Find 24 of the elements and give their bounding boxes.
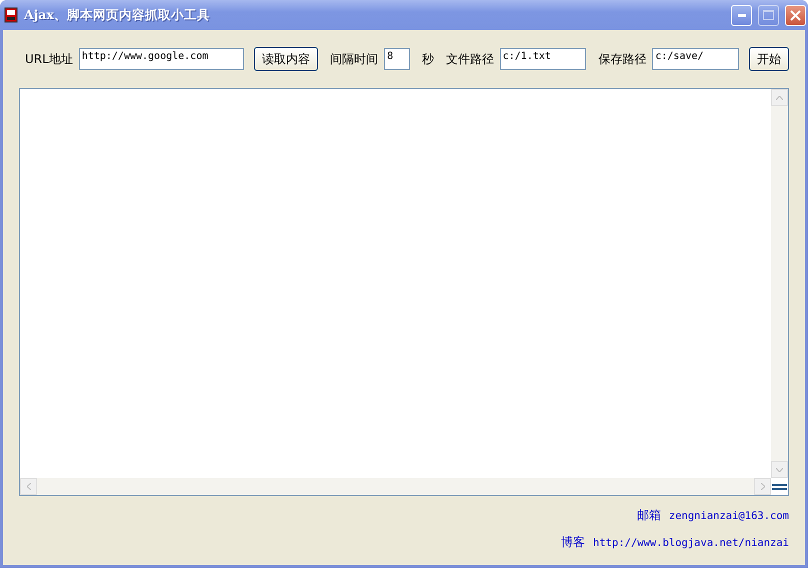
field-label: 文件路径: [446, 50, 494, 68]
horizontal-scrollbar[interactable]: [20, 478, 771, 495]
field-label: 保存路径: [598, 50, 646, 68]
action-button[interactable]: 开始: [749, 47, 789, 71]
field-label: URL地址: [25, 50, 73, 68]
input-field[interactable]: 8: [384, 48, 410, 70]
action-button[interactable]: 读取内容: [254, 47, 318, 71]
close-icon: [790, 10, 801, 20]
minimize-icon: [738, 14, 746, 16]
contact-line: 邮箱 zengnianzai@163.com: [636, 507, 789, 524]
vertical-scrollbar[interactable]: [771, 89, 788, 478]
window-title: Ajax、脚本网页内容抓取小工具: [24, 6, 211, 24]
content-textarea[interactable]: [19, 88, 789, 496]
input-field[interactable]: c:/save/: [652, 48, 739, 70]
input-field[interactable]: c:/1.txt: [500, 48, 586, 70]
field-label: 秒: [422, 50, 434, 68]
resize-grip-icon: [772, 484, 787, 490]
contact-line: 博客 http://www.blogjava.net/nianzai: [561, 534, 789, 551]
minimize-button[interactable]: [731, 4, 752, 26]
close-button[interactable]: [785, 4, 806, 26]
input-field[interactable]: http://www.google.com: [78, 48, 244, 70]
field-label: 间隔时间: [330, 50, 378, 68]
app-icon: [4, 7, 18, 23]
maximize-icon: [763, 10, 774, 20]
